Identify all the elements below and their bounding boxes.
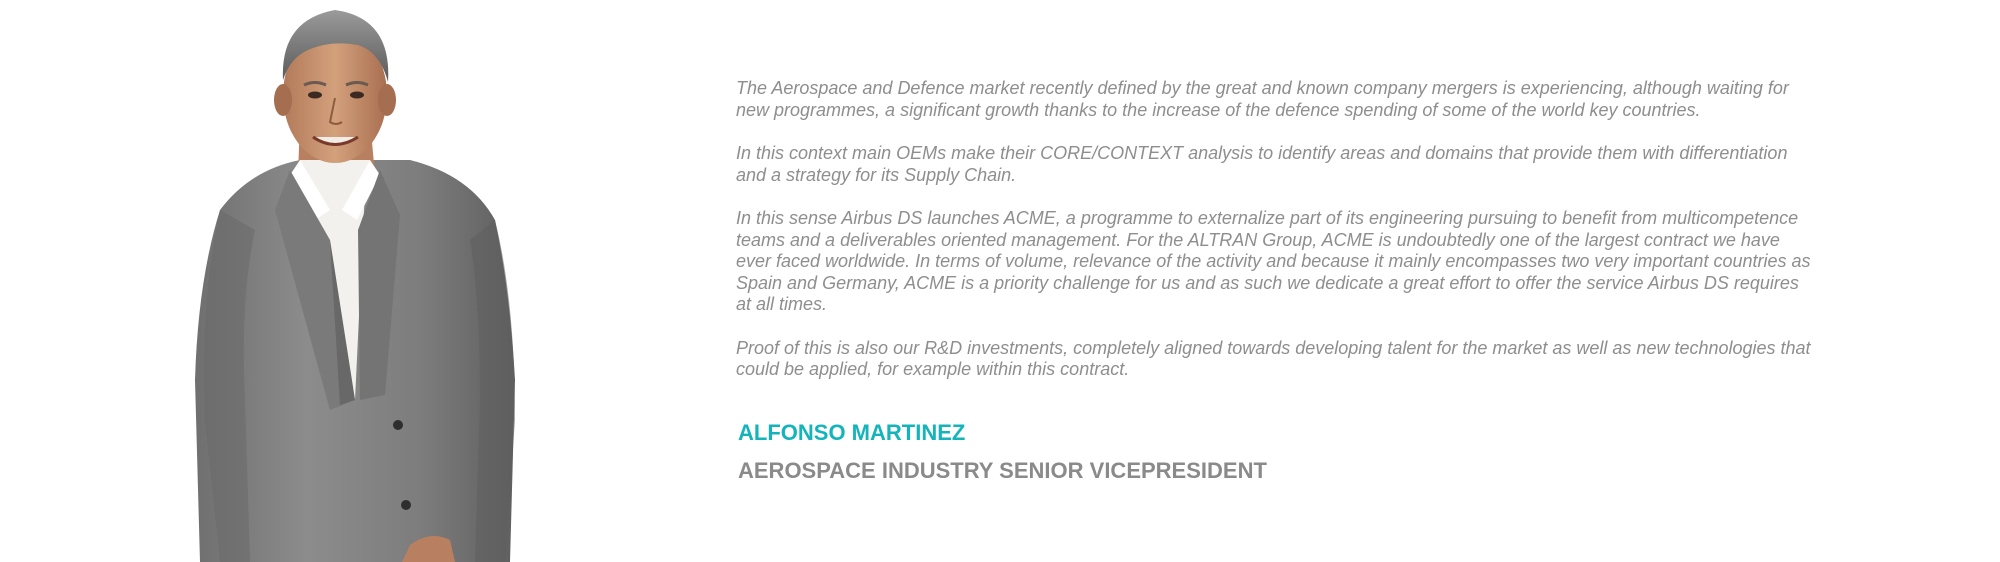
person-name: ALFONSO MARTINEZ [738, 420, 966, 445]
paragraph-acme: In this sense Airbus DS launches ACME, a… [736, 208, 1811, 314]
paragraph-context: In this context main OEMs make their COR… [736, 143, 1788, 185]
portrait-photo [180, 0, 540, 562]
paragraph-market: The Aerospace and Defence market recentl… [736, 78, 1789, 120]
message-body: The Aerospace and Defence market recentl… [736, 78, 1816, 403]
paragraph-rnd: Proof of this is also our R&D investment… [736, 337, 1811, 380]
person-title: AEROSPACE INDUSTRY SENIOR VICEPRESIDENT [738, 458, 1267, 483]
